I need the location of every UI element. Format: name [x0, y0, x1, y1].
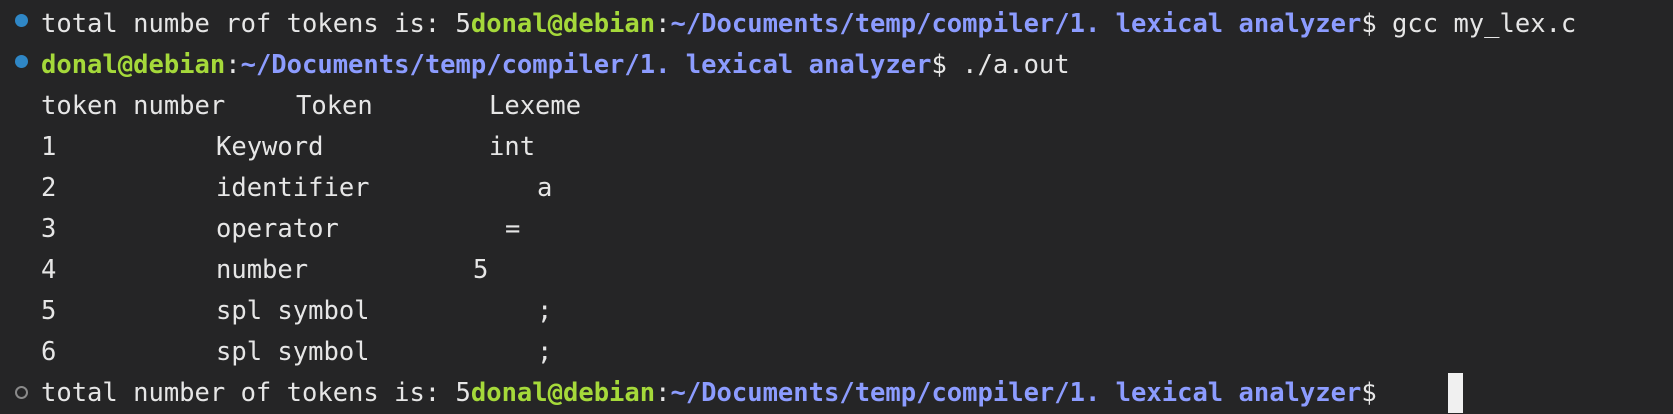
terminal-line-1: total numbe rof tokens is: 5donal@debian…	[41, 4, 1576, 45]
prompt-user: donal@debian	[41, 50, 226, 80]
row-lexeme: a	[537, 173, 553, 203]
row-token: number	[216, 255, 309, 285]
row-lexeme: =	[505, 214, 521, 244]
row-lexeme: ;	[537, 296, 553, 326]
row-token: Keyword	[216, 132, 324, 162]
row-token: spl symbol	[216, 337, 370, 367]
prompt-user: donal@debian	[470, 378, 656, 408]
row-token: spl symbol	[216, 296, 370, 326]
prompt-symbol: $	[1361, 378, 1393, 408]
prompt-user: donal@debian	[470, 9, 656, 39]
prompt-symbol: $	[1361, 9, 1393, 39]
table-header-token: Token	[296, 91, 373, 121]
row-number: 1	[41, 132, 57, 162]
row-number: 3	[41, 214, 57, 244]
command-text: gcc my_lex.c	[1392, 9, 1577, 39]
row-number: 2	[41, 173, 57, 203]
prompt-separator: :	[655, 9, 671, 39]
row-lexeme: int	[489, 132, 536, 162]
program-output: total numbe rof tokens is: 5	[41, 9, 471, 39]
row-number: 6	[41, 337, 57, 367]
prompt-symbol: $	[931, 50, 963, 80]
terminal-line-last: total number of tokens is: 5donal@debian…	[41, 373, 1392, 414]
prompt-separator: :	[225, 50, 241, 80]
row-token: identifier	[216, 173, 370, 203]
row-lexeme: 5	[473, 255, 489, 285]
row-number: 5	[41, 296, 57, 326]
row-token: operator	[216, 214, 339, 244]
command-text: ./a.out	[962, 50, 1070, 80]
program-output: total number of tokens is: 5	[41, 378, 471, 408]
prompt-path: ~/Documents/temp/compiler/1. lexical ana…	[240, 50, 932, 80]
prompt-path: ~/Documents/temp/compiler/1. lexical ana…	[670, 9, 1362, 39]
command-success-icon[interactable]	[15, 14, 28, 27]
command-success-icon[interactable]	[15, 55, 28, 68]
row-number: 4	[41, 255, 57, 285]
prompt-separator: :	[655, 378, 671, 408]
terminal-panel[interactable]: , , total numbe rof tokens is: 5donal@de…	[0, 0, 1673, 413]
row-lexeme: ;	[537, 337, 553, 367]
table-header-number: token number	[41, 91, 226, 121]
table-header-lexeme: Lexeme	[489, 91, 582, 121]
terminal-cursor	[1448, 373, 1463, 413]
terminal-line-2: donal@debian:~/Documents/temp/compiler/1…	[41, 45, 1070, 86]
prompt-path: ~/Documents/temp/compiler/1. lexical ana…	[670, 378, 1362, 408]
command-pending-icon[interactable]	[15, 386, 28, 399]
